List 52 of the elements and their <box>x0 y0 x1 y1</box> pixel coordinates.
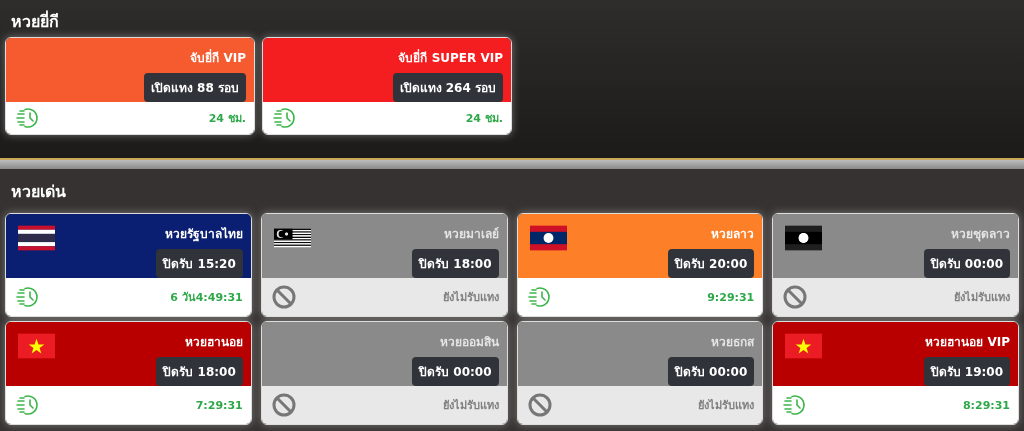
round-badge: ปิดรับ 18:00 <box>156 357 243 386</box>
countdown-text: 24 ชม. <box>208 111 246 127</box>
lottery-card[interactable]: หวยออมสิน ปิดรับ 00:00 ยังไม่รับแทง <box>260 321 508 425</box>
lottery-card[interactable]: หวยชุดลาว ปิดรับ 00:00 ยังไม่รับแทง <box>772 213 1019 317</box>
status-text: ยังไม่รับแทง <box>442 398 499 414</box>
timer-icon <box>783 393 808 417</box>
countdown-text: 7:29:31 <box>195 398 243 412</box>
status-text: ยังไม่รับแทง <box>954 290 1010 306</box>
section-title: หวยเด่น <box>11 180 66 203</box>
lottery-name: จับยี่กี SUPER VIP <box>398 48 503 67</box>
lottery-card[interactable]: หวยฮานอย ปิดรับ 18:00 7:29:31 <box>5 321 252 425</box>
countdown-text: 6 วัน4:49:31 <box>170 290 243 306</box>
lottery-name: หวยฮานอย VIP <box>925 334 1010 351</box>
lottery-name: จับยี่กี VIP <box>190 48 246 67</box>
round-badge: ปิดรับ 00:00 <box>412 357 499 386</box>
lottery-card[interactable]: หวยรัฐบาลไทย ปิดรับ 15:20 6 วัน4:49:31 <box>5 213 252 317</box>
round-badge: ปิดรับ 19:00 <box>923 357 1010 386</box>
round-badge: ปิดรับ 20:00 <box>667 249 755 278</box>
lottery-card[interactable]: จับยี่กี SUPER VIP เปิดแทง 264 รอบ 24 ชม. <box>262 37 512 135</box>
timer-icon <box>273 106 297 130</box>
lottery-name: หวยลาว <box>711 226 755 243</box>
timer-icon <box>527 285 552 309</box>
round-badge: ปิดรับ 15:20 <box>156 249 243 278</box>
lottery-name: หวยออมสิน <box>439 334 499 351</box>
timer-icon <box>16 106 40 130</box>
section-title: หวยยี่กี <box>11 9 59 33</box>
lottery-card[interactable]: จับยี่กี VIP เปิดแทง 88 รอบ 24 ชม. <box>5 37 255 135</box>
status-text: ยังไม่รับแทง <box>442 290 499 306</box>
countdown-text: 24 ชม. <box>465 111 503 127</box>
lottery-card[interactable]: หวยมาเลย์ ปิดรับ 18:00 ยังไม่รับแทง <box>260 213 508 317</box>
lottery-name: หวยธกส <box>711 334 755 351</box>
round-badge: เปิดแทง 264 รอบ <box>392 73 503 102</box>
status-text: ยังไม่รับแทง <box>698 398 755 414</box>
lottery-card[interactable]: หวยฮานอย VIP ปิดรับ 19:00 8:29:31 <box>772 321 1019 425</box>
ban-icon <box>271 393 296 417</box>
ban-icon <box>783 285 808 309</box>
round-badge: ปิดรับ 00:00 <box>667 357 755 386</box>
timer-icon <box>16 285 40 309</box>
round-badge: ปิดรับ 18:00 <box>412 249 499 278</box>
countdown-text: 8:29:31 <box>962 398 1010 412</box>
ban-icon <box>271 285 296 309</box>
lottery-name: หวยรัฐบาลไทย <box>164 226 243 243</box>
round-badge: เปิดแทง 88 รอบ <box>143 73 246 102</box>
lottery-name: หวยมาเลย์ <box>443 226 499 243</box>
lottery-card[interactable]: หวยธกส ปิดรับ 00:00 ยังไม่รับแทง <box>516 321 764 425</box>
lottery-name: หวยฮานอย <box>184 334 243 351</box>
lottery-name: หวยชุดลาว <box>951 226 1010 243</box>
round-badge: ปิดรับ 00:00 <box>923 249 1010 278</box>
lottery-card[interactable]: หวยลาว ปิดรับ 20:00 9:29:31 <box>516 213 764 317</box>
timer-icon <box>16 393 40 417</box>
ban-icon <box>527 393 552 417</box>
countdown-text: 9:29:31 <box>707 290 755 304</box>
